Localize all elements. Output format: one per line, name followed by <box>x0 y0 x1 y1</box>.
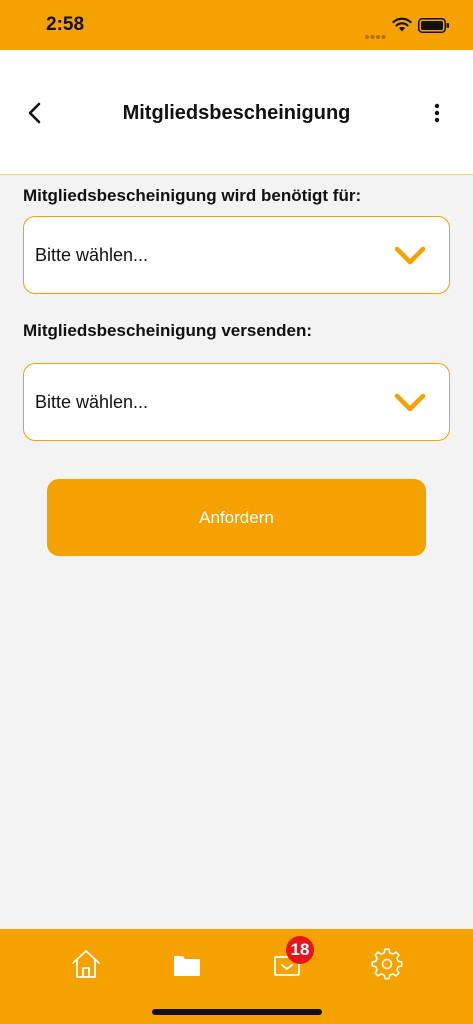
more-options-icon[interactable] <box>428 102 446 126</box>
status-bar: 2:58 <box>0 0 473 50</box>
delivery-select-value: Bitte wählen... <box>35 392 149 412</box>
folder-icon <box>170 947 204 981</box>
home-indicator <box>152 1009 322 1015</box>
gear-icon <box>370 947 404 981</box>
chevron-down-icon <box>393 245 427 272</box>
battery-icon <box>418 18 450 38</box>
request-button[interactable]: Anfordern <box>47 479 426 556</box>
tab-settings[interactable] <box>370 947 404 981</box>
tab-home[interactable] <box>69 947 103 981</box>
home-icon <box>69 947 103 981</box>
page-title: Mitgliedsbescheinigung <box>122 102 351 124</box>
tab-documents[interactable] <box>170 947 204 981</box>
purpose-select[interactable]: Bitte wählen... <box>23 216 450 294</box>
purpose-select-value: Bitte wählen... <box>35 245 149 265</box>
cellular-signal-icon <box>364 27 386 45</box>
messages-badge: 18 <box>286 936 314 964</box>
wifi-icon <box>392 17 412 38</box>
purpose-label: Mitgliedsbescheinigung wird benötigt für… <box>23 186 362 205</box>
delivery-select[interactable]: Bitte wählen... <box>23 363 450 441</box>
navigation-bar: Mitgliedsbescheinigung <box>0 50 473 175</box>
delivery-label: Mitgliedsbescheinigung versenden: <box>23 321 313 340</box>
chevron-down-icon <box>393 392 427 419</box>
status-time: 2:58 <box>46 14 85 35</box>
